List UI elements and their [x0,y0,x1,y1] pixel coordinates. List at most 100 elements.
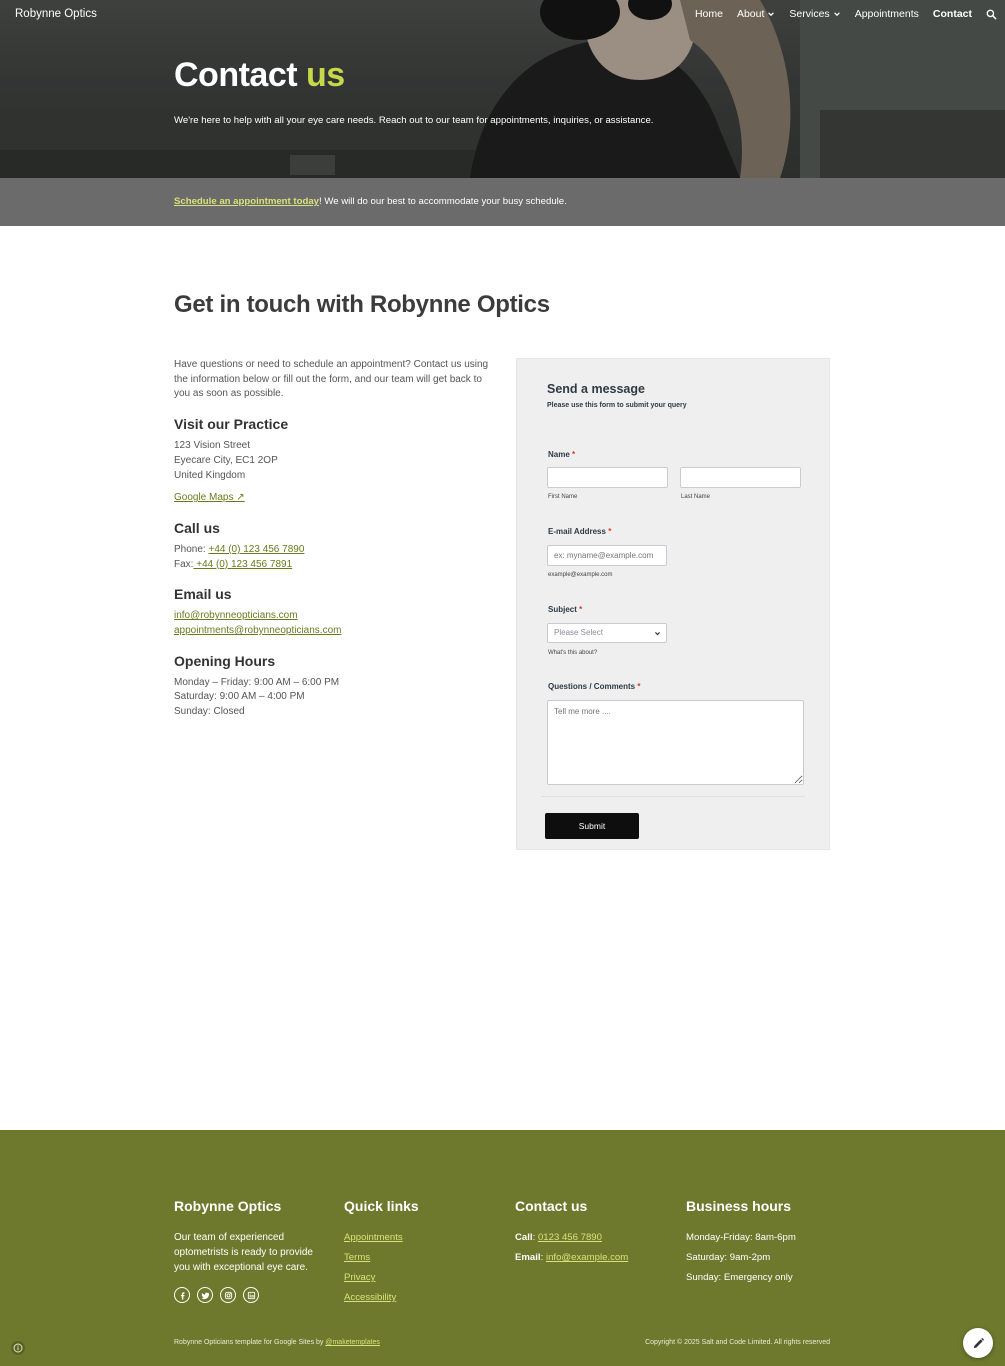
form-divider [541,796,805,797]
subject-hint: What's this about? [548,650,598,656]
subject-select[interactable]: Please Select [547,623,667,643]
twitter-icon[interactable] [197,1287,213,1303]
banner-text: Schedule an appointment today! We will d… [174,196,567,207]
hours-line: Saturday: 9:00 AM – 4:00 PM [174,691,305,703]
chevron-down-icon [768,12,775,17]
phone-link[interactable]: +44 (0) 123 456 7890 [208,544,304,555]
footer-link-terms[interactable]: Terms [344,1250,494,1265]
top-navigation: Home About Services Appointments Contact [695,8,997,20]
business-hours-line: Sunday: Emergency only [686,1272,793,1283]
nav-label: Contact [932,8,972,20]
nav-item-appointments[interactable]: Appointments [855,8,919,20]
hours-line: Sunday: Closed [174,706,245,718]
nav-item-about[interactable]: About [737,8,775,20]
schedule-appointment-link[interactable]: Schedule an appointment today [174,196,319,207]
google-maps-link[interactable]: Google Maps ↗ [174,491,245,506]
intro-text: Have questions or need to schedule an ap… [174,359,489,400]
form-description: Please use this form to submit your quer… [547,402,687,409]
first-name-hint: First Name [548,494,578,500]
fax-label: Fax: [174,558,194,570]
nav-item-services[interactable]: Services [789,8,840,20]
name-label: Name * [548,450,575,459]
footer-business-hours: Business hours Monday-Friday: 8am-6pm Sa… [686,1196,846,1290]
nav-item-home[interactable]: Home [695,8,723,20]
fax-row: Fax: +44 (0) 123 456 7891 [174,558,499,573]
title-accent: us [306,56,345,94]
comments-label: Questions / Comments * [548,682,640,691]
credit-text: Robynne Opticians template for Google Si… [174,1339,326,1346]
label-text: E-mail Address [548,527,606,536]
search-icon[interactable] [986,9,997,20]
email-heading: Email us [174,586,232,603]
address-line: Eyecare City, EC1 2OP [174,454,278,466]
footer-contact-heading: Contact us [515,1198,588,1214]
footer-link-appointments[interactable]: Appointments [344,1230,494,1245]
page-title: Contact us [174,56,345,95]
fax-link[interactable]: +44 (0) 123 456 7891 [193,559,292,570]
site-footer: Robynne Optics Our team of experienced o… [0,1130,1005,1366]
email-hint: example@example.com [548,572,613,578]
footer-quick-links: Quick links Appointments Terms Privacy A… [344,1196,494,1310]
required-mark: * [637,682,641,691]
label-text: Questions / Comments [548,682,636,691]
hero-section: Robynne Optics Home About Services Appoi… [0,0,1005,178]
subject-value: Please Select [554,628,603,637]
email-label: E-mail Address * [548,527,611,536]
chevron-down-icon [833,12,840,17]
info-email-link[interactable]: info@robynneopticians.com [174,610,298,621]
nav-item-contact[interactable]: Contact [933,8,972,20]
call-heading: Call us [174,519,220,536]
submit-button[interactable]: Submit [545,813,639,839]
email-label: Email [515,1252,541,1263]
address-line: United Kingdom [174,469,246,481]
call-label: Call [515,1232,533,1243]
banner-rest: ! We will do our best to accommodate you… [319,196,567,207]
instagram-icon[interactable] [220,1287,236,1303]
footer-email-link[interactable]: info@example.com [546,1252,628,1263]
footer-link-accessibility[interactable]: Accessibility [344,1290,494,1305]
edit-pencil-icon[interactable] [963,1328,993,1358]
footer-brand: Robynne Optics [174,1198,282,1214]
form-title: Send a message [547,382,645,396]
copyright: Copyright © 2025 Salt and Code Limited. … [645,1339,830,1346]
required-mark: * [572,450,576,459]
chevron-down-icon [655,632,660,636]
linkedin-icon[interactable] [243,1287,259,1303]
nav-label: Appointments [854,8,919,20]
quick-links-heading: Quick links [344,1198,419,1214]
last-name-hint: Last Name [681,494,711,500]
facebook-icon[interactable] [174,1287,190,1303]
contact-form: Send a message Please use this form to s… [516,358,830,850]
nav-label: About [736,8,765,20]
hours-heading: Opening Hours [174,652,276,669]
maketemplates-link[interactable]: @maketemplates [325,1339,380,1346]
business-hours-line: Monday-Friday: 8am-6pm [686,1232,796,1243]
label-text: Subject [548,605,577,614]
footer-call-row: Call: 0123 456 7890 [515,1232,602,1243]
footer-contact: Contact us Call: 0123 456 7890 Email: in… [515,1196,675,1270]
comments-textarea[interactable] [547,700,804,785]
appointments-email-link[interactable]: appointments@robynneopticians.com [174,625,341,636]
footer-about: Robynne Optics Our team of experienced o… [174,1196,324,1303]
subject-label: Subject * [548,605,582,614]
hero-subtitle: We're here to help with all your eye car… [174,115,654,126]
business-hours-heading: Business hours [686,1198,792,1214]
footer-phone-link[interactable]: 0123 456 7890 [538,1232,602,1243]
business-hours-line: Saturday: 9am-2pm [686,1252,771,1263]
visit-heading: Visit our Practice [174,416,289,433]
address-line: 123 Vision Street [174,440,250,452]
hours-line: Monday – Friday: 9:00 AM – 6:00 PM [174,676,340,688]
email-input[interactable] [547,545,667,566]
footer-link-privacy[interactable]: Privacy [344,1270,494,1285]
nav-label: Services [789,8,830,20]
main-heading: Get in touch with Robynne Optics [174,291,550,318]
required-mark: * [579,605,583,614]
first-name-input[interactable] [547,467,668,488]
hero-overlay [0,0,1005,178]
site-brand[interactable]: Robynne Optics [15,8,97,20]
phone-label: Phone: [174,543,209,555]
contact-info: Have questions or need to schedule an ap… [174,358,499,720]
last-name-input[interactable] [680,467,801,488]
info-icon[interactable] [11,1341,25,1355]
required-mark: * [608,527,612,536]
